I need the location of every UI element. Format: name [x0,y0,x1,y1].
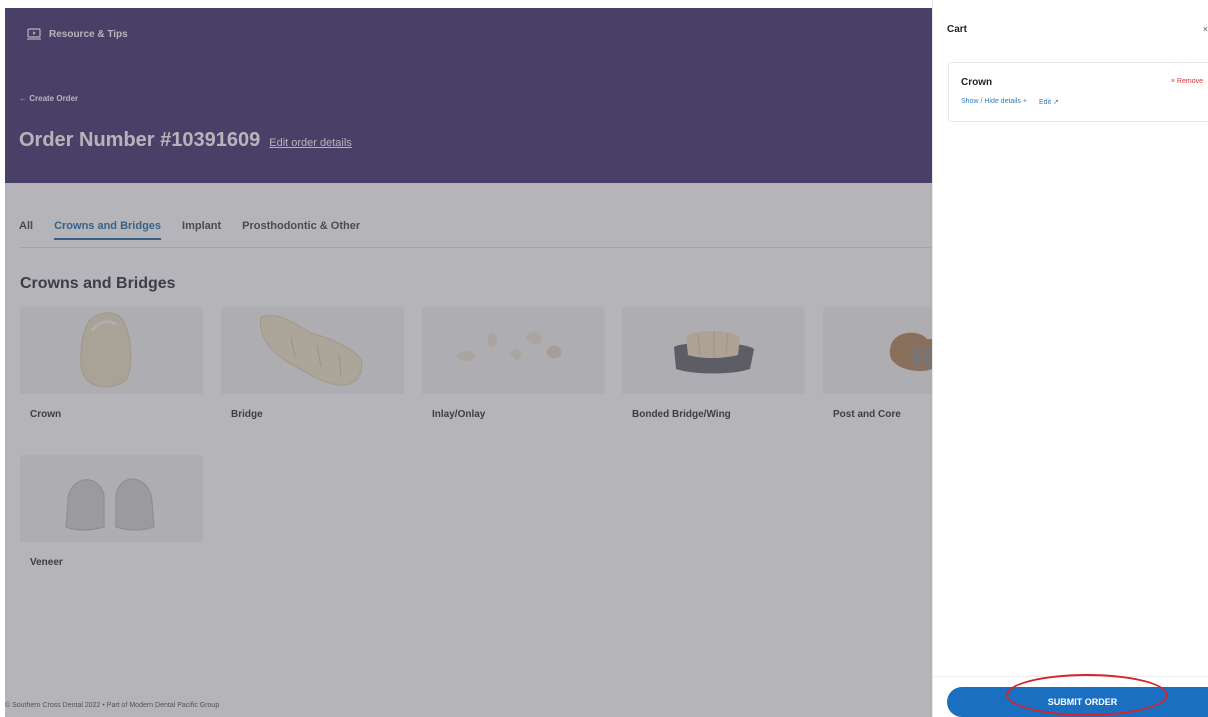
page-title: Order Number #10391609 [19,129,261,151]
order-title-row: Order Number #10391609 Edit order detail… [19,129,352,152]
product-card-post-and-core[interactable]: Post and Core [823,307,932,443]
order-header: Resource & Tips ← Create Order Order Num… [5,8,932,183]
tab-all[interactable]: All [19,220,33,248]
video-play-icon [27,28,41,40]
cart-item-name: Crown [961,77,993,88]
close-icon[interactable]: × [1203,24,1208,34]
product-label: Veneer [30,557,63,568]
product-card-veneer[interactable]: Veneer [20,455,203,591]
resource-tips-link[interactable]: Resource & Tips [27,28,128,40]
product-label: Post and Core [833,409,901,420]
category-tabs: All Crowns and Bridges Implant Prosthodo… [19,220,931,248]
bonded-bridge-image [622,307,805,394]
crown-image [20,307,203,394]
submit-order-button[interactable]: SUBMIT ORDER [947,687,1208,717]
divider [933,676,1208,677]
product-card-bonded-bridge-wing[interactable]: Bonded Bridge/Wing [622,307,805,443]
tab-crowns-and-bridges[interactable]: Crowns and Bridges [54,220,162,240]
show-hide-details-button[interactable]: Show / Hide details + [961,98,1027,106]
edit-order-details-link[interactable]: Edit order details [269,137,352,149]
post-and-core-image [823,307,932,394]
product-label: Bridge [231,409,263,420]
inlay-onlay-image [422,307,605,394]
cart-item: Crown × Remove Show / Hide details + Edi… [948,62,1208,122]
resource-tips-label: Resource & Tips [49,28,128,40]
section-title: Crowns and Bridges [20,275,176,292]
product-card-crown[interactable]: Crown [20,307,203,443]
main-app: Resource & Tips ← Create Order Order Num… [0,0,932,717]
footer-copyright: © Southern Cross Dental 2022 • Part of M… [5,702,220,709]
cart-item-actions: Show / Hide details + Edit ↗ [961,98,1059,106]
tab-prosthodontic-other[interactable]: Prosthodontic & Other [242,220,360,248]
bridge-image [221,307,404,394]
product-card-bridge[interactable]: Bridge [221,307,404,443]
product-label: Bonded Bridge/Wing [632,409,731,420]
product-label: Crown [30,409,62,420]
edit-item-button[interactable]: Edit ↗ [1039,98,1059,106]
cart-title: Cart [947,24,968,35]
veneer-image [20,455,203,542]
cart-panel: Cart × Crown × Remove Show / Hide detail… [932,0,1208,717]
product-card-inlay-onlay[interactable]: Inlay/Onlay [422,307,605,443]
tab-implant[interactable]: Implant [182,220,221,248]
back-create-order-link[interactable]: ← Create Order [19,94,78,103]
remove-item-button[interactable]: × Remove [1171,78,1203,85]
product-label: Inlay/Onlay [432,409,486,420]
